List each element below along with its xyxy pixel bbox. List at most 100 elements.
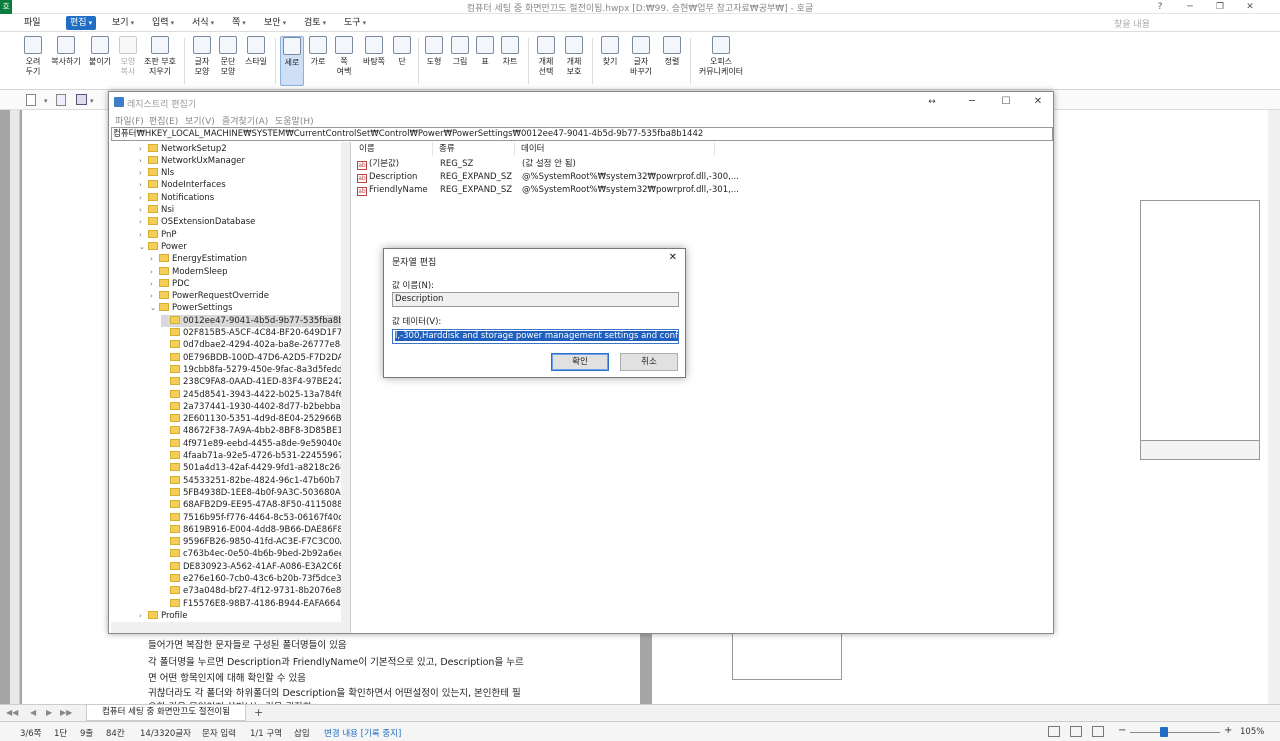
tree-node[interactable]: F15576E8-98B7-4186-B944-EAFA66440 <box>161 598 350 610</box>
para-shape-button[interactable]: 문단 모양 <box>216 36 240 77</box>
regedit-menu-file[interactable]: 파일(F) <box>115 114 144 127</box>
expand-chevron-icon[interactable]: › <box>139 610 148 622</box>
chart-button[interactable]: 차트 <box>498 36 522 67</box>
menu-format[interactable]: 서식 ▾ <box>188 16 218 30</box>
close-button[interactable]: ✕ <box>1240 0 1260 14</box>
value-row-name[interactable]: ab FriendlyName <box>357 184 428 196</box>
tree-node[interactable]: › PowerRequestOverride <box>150 290 269 302</box>
background-page-button[interactable]: 바탕쪽 <box>358 36 390 67</box>
tree-node[interactable]: 9596FB26-9850-41fd-AC3E-F7C3C00AF <box>161 536 350 548</box>
close-icon[interactable]: ✕ <box>669 252 677 263</box>
tree-node[interactable]: › ModernSleep <box>150 266 228 278</box>
table-button[interactable]: 표 <box>474 36 496 67</box>
landscape-button[interactable]: 가로 <box>306 36 330 67</box>
menu-file[interactable]: 파일 <box>20 16 45 30</box>
menu-page[interactable]: 쪽 ▾ <box>228 16 250 30</box>
cut-button[interactable]: 오려 두기 <box>20 36 46 77</box>
address-bar[interactable]: 컴퓨터₩HKEY_LOCAL_MACHINE₩SYSTEM₩CurrentCon… <box>111 127 1053 141</box>
tree-node[interactable]: e73a048d-bf27-4f12-9731-8b2076e889 <box>161 585 350 597</box>
expand-chevron-icon[interactable]: › <box>150 278 159 290</box>
chevron-down-icon[interactable]: ▾ <box>90 97 94 105</box>
style-button[interactable]: 스타일 <box>242 36 270 67</box>
minimize-button[interactable]: ─ <box>1180 0 1200 14</box>
tree-node[interactable]: › NetworkSetup2 <box>139 143 227 155</box>
expand-chevron-icon[interactable]: › <box>139 216 148 228</box>
expand-chevron-icon[interactable]: › <box>139 155 148 167</box>
zoom-in-button[interactable]: + <box>1224 725 1232 736</box>
tree-node[interactable]: 4faab71a-92e5-4726-b531-224559672c <box>161 450 350 462</box>
minimize-button[interactable]: ─ <box>961 95 983 109</box>
cancel-button[interactable]: 취소 <box>620 353 678 371</box>
tree-node[interactable]: 245d8541-3943-4422-b025-13a784f67 <box>161 389 349 401</box>
object-select-button[interactable]: 개체 선택 <box>534 36 558 77</box>
status-track-changes[interactable]: 변경 내용 [기록 중지] <box>324 727 401 739</box>
expand-chevron-icon[interactable]: › <box>139 204 148 216</box>
regedit-menu-view[interactable]: 보기(V) <box>185 114 215 127</box>
shape-button[interactable]: 도형 <box>422 36 446 67</box>
regedit-menu-edit[interactable]: 편집(E) <box>149 114 178 127</box>
maximize-button[interactable]: ❐ <box>1210 0 1230 14</box>
tree-node[interactable]: › OSExtensionDatabase <box>139 216 255 228</box>
value-data-field[interactable]: l,-300,Harddisk and storage power manage… <box>392 329 679 344</box>
tree-vertical-scrollbar[interactable] <box>341 142 350 633</box>
replace-button[interactable]: 글자 바꾸기 <box>626 36 656 77</box>
tree-node[interactable]: › NodeInterfaces <box>139 179 226 191</box>
regedit-menu-help[interactable]: 도움말(H) <box>275 114 314 127</box>
tree-node[interactable]: ⌄ Power <box>139 241 187 253</box>
expand-chevron-icon[interactable]: › <box>139 167 148 179</box>
value-list[interactable]: 이름 종류 데이터 ab (기본값) REG_SZ (값 설정 안 됨) ab De… <box>353 142 1053 633</box>
expand-chevron-icon[interactable]: ⌄ <box>150 302 159 314</box>
tree-node[interactable]: 48672F38-7A9A-4bb2-8BF8-3D85BE19I <box>161 425 350 437</box>
document-scrollbar[interactable] <box>1268 110 1280 704</box>
paste-button[interactable]: 붙이기 <box>86 36 114 67</box>
tab-nav-next-icon[interactable]: ▶ <box>46 708 52 717</box>
expand-chevron-icon[interactable]: › <box>150 266 159 278</box>
status-page[interactable]: 3/6쪽 <box>20 727 42 739</box>
zoom-slider-track[interactable] <box>1130 732 1220 733</box>
menu-review[interactable]: 검토 ▾ <box>300 16 330 30</box>
tab-nav-last-icon[interactable]: ▶▶ <box>60 708 72 717</box>
tree-horizontal-scrollbar[interactable] <box>111 622 341 633</box>
tree-node[interactable]: › NetworkUxManager <box>139 155 245 167</box>
tree-node[interactable]: 238C9FA8-0AAD-41ED-83F4-97BE242C <box>161 376 350 388</box>
value-row-name[interactable]: ab Description <box>357 171 417 183</box>
menu-view[interactable]: 보기 ▾ <box>108 16 138 30</box>
tree-node[interactable]: › Nls <box>139 167 174 179</box>
help-icon[interactable]: ? <box>1150 0 1170 14</box>
value-name-field[interactable]: Description <box>392 292 679 307</box>
status-insert[interactable]: 삽입 <box>294 727 310 739</box>
tree-node[interactable]: e276e160-7cb0-43c6-b20b-73f5dce399 <box>161 573 350 585</box>
page-margin-button[interactable]: 쪽 여백 <box>332 36 356 77</box>
view-page-icon[interactable] <box>1070 726 1082 737</box>
search-input[interactable]: 찾을 내용 <box>1114 17 1150 30</box>
menu-edit[interactable]: 편집 ▾ <box>66 16 97 30</box>
find-button[interactable]: 찾기 <box>598 36 622 67</box>
maximize-button[interactable]: ☐ <box>995 95 1017 109</box>
tree-node[interactable]: 0012ee47-9041-4b5d-9b77-535fba8b14 <box>161 314 350 327</box>
edit-string-dialog[interactable]: 문자열 편집 ✕ 값 이름(N): Description 값 데이터(V): … <box>383 248 686 378</box>
column-button[interactable]: 단 <box>392 36 412 67</box>
expand-chevron-icon[interactable]: › <box>150 253 159 265</box>
view-web-icon[interactable] <box>1092 726 1104 737</box>
format-copy-button[interactable]: 모양 복사 <box>116 36 140 77</box>
open-icon[interactable] <box>56 94 66 106</box>
view-normal-icon[interactable] <box>1048 726 1060 737</box>
tab-nav-prev-icon[interactable]: ◀ <box>30 708 36 717</box>
add-tab-button[interactable]: + <box>254 706 263 719</box>
tree-node[interactable]: 7516b95f-f776-4464-8c53-06167f40cc <box>161 512 348 524</box>
expand-chevron-icon[interactable]: › <box>139 179 148 191</box>
tree-node[interactable]: › Notifications <box>139 192 214 204</box>
object-protect-button[interactable]: 개체 보호 <box>562 36 586 77</box>
expand-chevron-icon[interactable]: › <box>139 143 148 155</box>
sort-button[interactable]: 정렬 <box>660 36 684 67</box>
column-header-data[interactable]: 데이터 <box>515 142 715 156</box>
zoom-level[interactable]: 105% <box>1240 727 1264 737</box>
tree-node[interactable]: 8619B916-E004-4dd8-9B66-DAE86F80E <box>161 524 350 536</box>
tree-node[interactable]: › EnergyEstimation <box>150 253 247 265</box>
tree-node[interactable]: › PnP <box>139 229 177 241</box>
tree-node[interactable]: 2E601130-5351-4d9d-8E04-252966BAE <box>161 413 350 425</box>
menu-insert[interactable]: 입력 ▾ <box>148 16 178 30</box>
tree-node[interactable]: 5FB4938D-1EE8-4b0f-9A3C-503680A8S <box>161 487 350 499</box>
close-button[interactable]: ✕ <box>1027 95 1049 109</box>
expand-chevron-icon[interactable]: ⌄ <box>139 241 148 253</box>
